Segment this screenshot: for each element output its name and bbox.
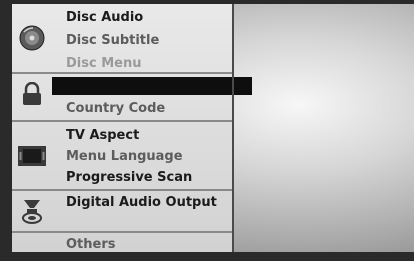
options-panel bbox=[234, 4, 414, 252]
frame-left bbox=[0, 0, 12, 261]
menu-panel-border bbox=[12, 4, 234, 252]
dvd-setup-screen: Disc Audio Disc Subtitle Disc Menu Count… bbox=[0, 0, 414, 261]
frame-bottom bbox=[0, 252, 414, 261]
